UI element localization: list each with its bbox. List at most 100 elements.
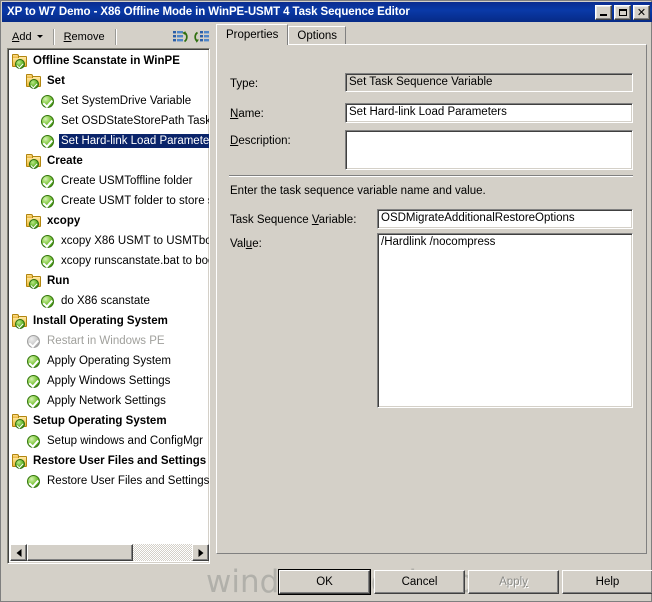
name-input[interactable]: Set Hard-link Load Parameters [345, 103, 633, 123]
ok-button[interactable]: OK [278, 569, 371, 595]
tree-item[interactable]: Restart in Windows PE [10, 331, 209, 351]
tree-item-label: Restore User Files and Settings [47, 475, 209, 487]
add-button-label: Add [12, 30, 32, 43]
tree-item[interactable]: xcopy [10, 211, 209, 231]
tree-item[interactable]: Create USMToffline folder [10, 171, 209, 191]
scrollbar-track[interactable] [27, 544, 192, 561]
folder-check-icon [12, 53, 28, 69]
tree-horizontal-scrollbar[interactable] [10, 544, 209, 561]
tree-item-label: do X86 scanstate [61, 295, 150, 307]
tree-item[interactable]: do X86 scanstate [10, 291, 209, 311]
tree-item[interactable]: Set SystemDrive Variable [10, 91, 209, 111]
tree-item-label: Restore User Files and Settings [33, 455, 207, 467]
task-sequence-variable-label: Task Sequence Variable: [230, 214, 357, 226]
name-label: Name: [230, 108, 264, 120]
tree-item[interactable]: Offline Scanstate in WinPE [10, 51, 209, 71]
remove-button[interactable]: Remove [58, 26, 111, 47]
green-check-icon [26, 353, 42, 369]
green-check-icon [26, 473, 42, 489]
hint-text: Enter the task sequence variable name an… [230, 185, 486, 197]
arrow-right-icon [198, 548, 203, 557]
apply-button: Apply [468, 570, 559, 594]
help-button[interactable]: Help [562, 570, 652, 594]
tree-item[interactable]: xcopy runscanstate.bat to boot [10, 251, 209, 271]
tree-item[interactable]: Create [10, 151, 209, 171]
window-title: XP to W7 Demo - X86 Offline Mode in WinP… [7, 6, 410, 18]
tree-item[interactable]: xcopy X86 USMT to USMTboot [10, 231, 209, 251]
arrow-left-icon [16, 548, 21, 557]
tree-toolbar: Add Remove [6, 25, 214, 48]
green-check-icon [40, 253, 56, 269]
folder-check-icon [26, 153, 42, 169]
tree-item-label: Setup windows and ConfigMgr [47, 435, 203, 447]
task-sequence-tree[interactable]: Offline Scanstate in WinPE Set Set SystemD… [7, 48, 210, 564]
type-value: Set Task Sequence Variable [345, 73, 633, 92]
minimize-icon [600, 13, 607, 16]
move-down-icon[interactable] [192, 27, 212, 47]
tab-properties[interactable]: Properties [216, 24, 289, 45]
value-input[interactable]: /Hardlink /nocompress [377, 233, 633, 408]
folder-check-icon [12, 453, 28, 469]
close-icon: ✕ [636, 5, 647, 19]
tree-item[interactable]: Set [10, 71, 209, 91]
tree-item-label: Set [47, 75, 65, 87]
properties-tab-body: Type: Set Task Sequence Variable Name: S… [216, 44, 647, 554]
tree-item[interactable]: Apply Operating System [10, 351, 209, 371]
minimize-button[interactable] [595, 4, 612, 20]
tree-item-label: Set SystemDrive Variable [61, 95, 192, 107]
folder-check-icon [12, 413, 28, 429]
tree-item[interactable]: Restore User Files and Settings [10, 451, 209, 471]
folder-check-icon [26, 73, 42, 89]
task-sequence-variable-input[interactable]: OSDMigrateAdditionalRestoreOptions [377, 209, 633, 229]
tree-item-label: Run [47, 275, 70, 287]
tree-item[interactable]: Set OSDStateStorePath Task Sequence Vari… [10, 111, 209, 131]
tab-properties-label: Properties [226, 29, 279, 41]
toolbar-separator-2 [114, 28, 116, 45]
green-check-icon [26, 433, 42, 449]
tree-item-label: Set OSDStateStorePath Task Sequence Vari… [61, 115, 209, 127]
cancel-button[interactable]: Cancel [374, 570, 465, 594]
tree-item[interactable]: Apply Windows Settings [10, 371, 209, 391]
tree-item[interactable]: Setup Operating System [10, 411, 209, 431]
description-input[interactable] [345, 130, 633, 170]
tree-item[interactable]: Create USMT folder to store state [10, 191, 209, 211]
close-button[interactable]: ✕ [633, 4, 650, 20]
tree-item[interactable]: Set Hard-link Load Parameters [10, 131, 209, 151]
green-check-icon [26, 333, 42, 349]
tree-item[interactable]: Apply Network Settings [10, 391, 209, 411]
remove-button-label: Remove [63, 30, 105, 43]
tab-strip: Properties Options [216, 24, 347, 45]
description-label: Description: [230, 135, 291, 147]
tree-item[interactable]: Install Operating System [10, 311, 209, 331]
toolbar-separator-1 [52, 28, 54, 45]
tree-item-label: Set Hard-link Load Parameters [59, 134, 209, 148]
scroll-right-button[interactable] [192, 544, 209, 561]
title-bar[interactable]: XP to W7 Demo - X86 Offline Mode in WinP… [2, 2, 652, 22]
add-button[interactable]: Add [6, 26, 49, 47]
green-check-icon [40, 113, 56, 129]
help-button-label: Help [595, 576, 620, 588]
green-check-icon [40, 93, 56, 109]
tree-item[interactable]: Restore User Files and Settings [10, 471, 209, 491]
task-sequence-editor-window: XP to W7 Demo - X86 Offline Mode in WinP… [0, 0, 652, 602]
folder-check-icon [26, 213, 42, 229]
scrollbar-thumb[interactable] [27, 544, 133, 561]
tree-item-label: xcopy X86 USMT to USMTboot [61, 235, 209, 247]
maximize-icon [619, 8, 627, 16]
tree-item[interactable]: Setup windows and ConfigMgr [10, 431, 209, 451]
green-check-icon [40, 173, 56, 189]
scroll-left-button[interactable] [10, 544, 27, 561]
value-label: Value: [230, 238, 262, 250]
tree-item-label: Setup Operating System [33, 415, 167, 427]
tree-item-label: Create USMT folder to store state [61, 195, 209, 207]
folder-check-icon [26, 273, 42, 289]
green-check-icon [26, 373, 42, 389]
move-up-icon[interactable] [170, 27, 190, 47]
green-check-icon [40, 193, 56, 209]
tree-item-label: Install Operating System [33, 315, 168, 327]
tree-rows-container: Offline Scanstate in WinPE Set Set SystemD… [10, 51, 209, 545]
tab-options[interactable]: Options [288, 26, 347, 45]
tree-item[interactable]: Run [10, 271, 209, 291]
type-label: Type: [230, 78, 259, 90]
maximize-button[interactable] [614, 4, 631, 20]
